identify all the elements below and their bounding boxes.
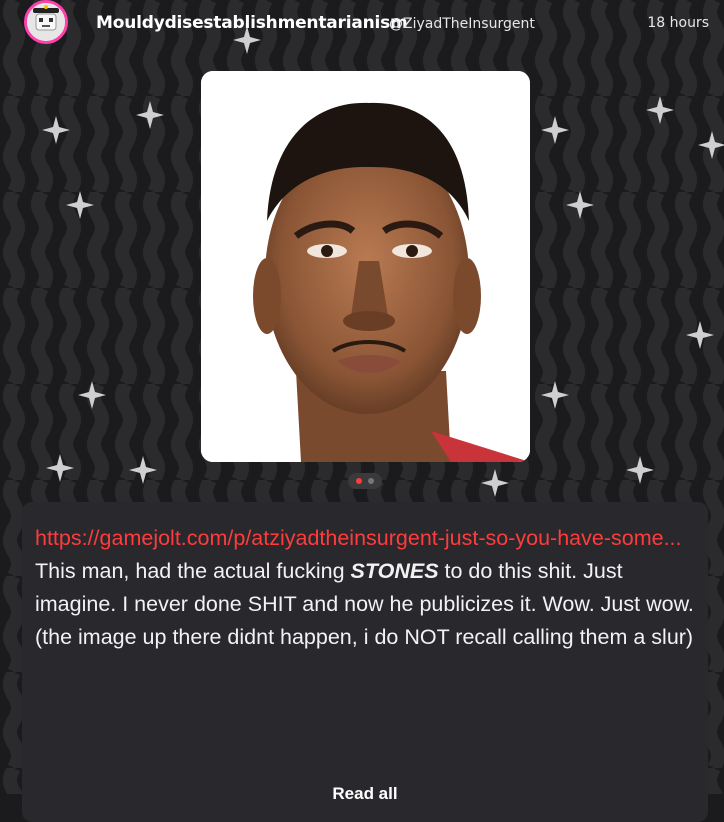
text-line: (the image up there didnt happen, i do N…: [35, 625, 694, 649]
username[interactable]: Mouldydisestablishmentarianism: [96, 13, 408, 33]
robot-avatar-icon: [27, 3, 65, 41]
post-header: Mouldydisestablishmentarianism @ZiyadThe…: [0, 0, 724, 50]
emphasis-text: STONES: [350, 559, 439, 583]
post-timestamp: 18 hours: [647, 15, 709, 31]
post-link[interactable]: https://gamejolt.com/p/atziyadtheinsurge…: [35, 526, 682, 550]
carousel-dot[interactable]: [368, 478, 374, 484]
read-all-button[interactable]: Read all: [22, 784, 708, 804]
carousel-dot-active[interactable]: [356, 478, 362, 484]
post-image[interactable]: [201, 71, 530, 462]
avatar[interactable]: [24, 0, 68, 44]
post-body: https://gamejolt.com/p/atziyadtheinsurge…: [22, 502, 708, 822]
face-photo: [201, 71, 530, 462]
carousel-indicator[interactable]: [348, 473, 382, 489]
user-handle[interactable]: @ZiyadTheInsurgent: [389, 16, 535, 32]
post-text: https://gamejolt.com/p/atziyadtheinsurge…: [35, 522, 695, 654]
text-line: This man, had the actual fucking: [35, 559, 351, 583]
